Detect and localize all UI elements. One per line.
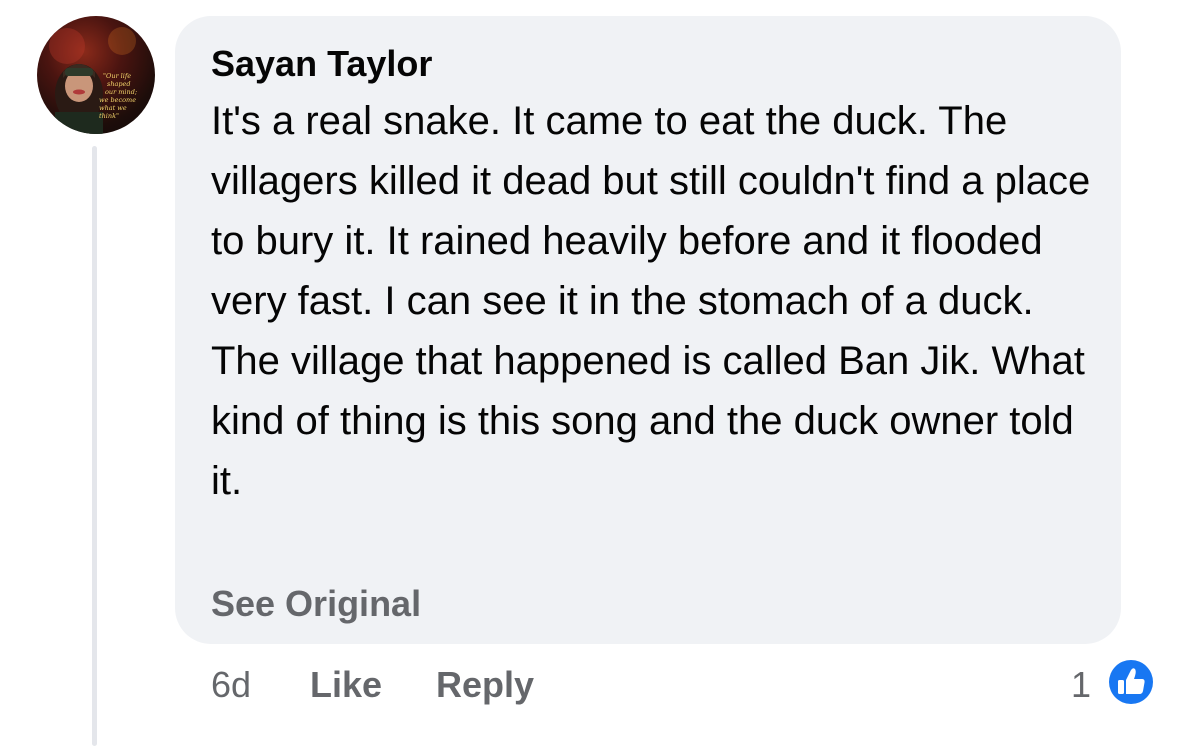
svg-text:shaped: shaped xyxy=(107,80,131,88)
comment-author[interactable]: Sayan Taylor xyxy=(211,42,432,86)
comment-text: It's a real snake. It came to eat the du… xyxy=(211,99,1091,503)
comment-timestamp[interactable]: 6d xyxy=(211,662,251,708)
like-button[interactable]: Like xyxy=(310,662,382,708)
reaction-count[interactable]: 1 xyxy=(1071,662,1091,708)
see-original-link[interactable]: See Original xyxy=(211,582,421,626)
svg-text:our mind;: our mind; xyxy=(105,88,137,96)
avatar-image: "Our life shaped our mind; we become wha… xyxy=(49,27,137,134)
svg-text:"Our life: "Our life xyxy=(103,72,131,80)
svg-text:we become: we become xyxy=(99,96,136,104)
thread-line xyxy=(92,146,97,746)
svg-text:what we: what we xyxy=(99,104,127,112)
thumbs-up-icon[interactable] xyxy=(1105,656,1157,708)
svg-text:think": think" xyxy=(99,112,119,120)
avatar[interactable]: "Our life shaped our mind; we become wha… xyxy=(37,16,155,134)
comment-bubble: Sayan Taylor It's a real snake. It came … xyxy=(175,16,1121,644)
reply-button[interactable]: Reply xyxy=(436,662,534,708)
